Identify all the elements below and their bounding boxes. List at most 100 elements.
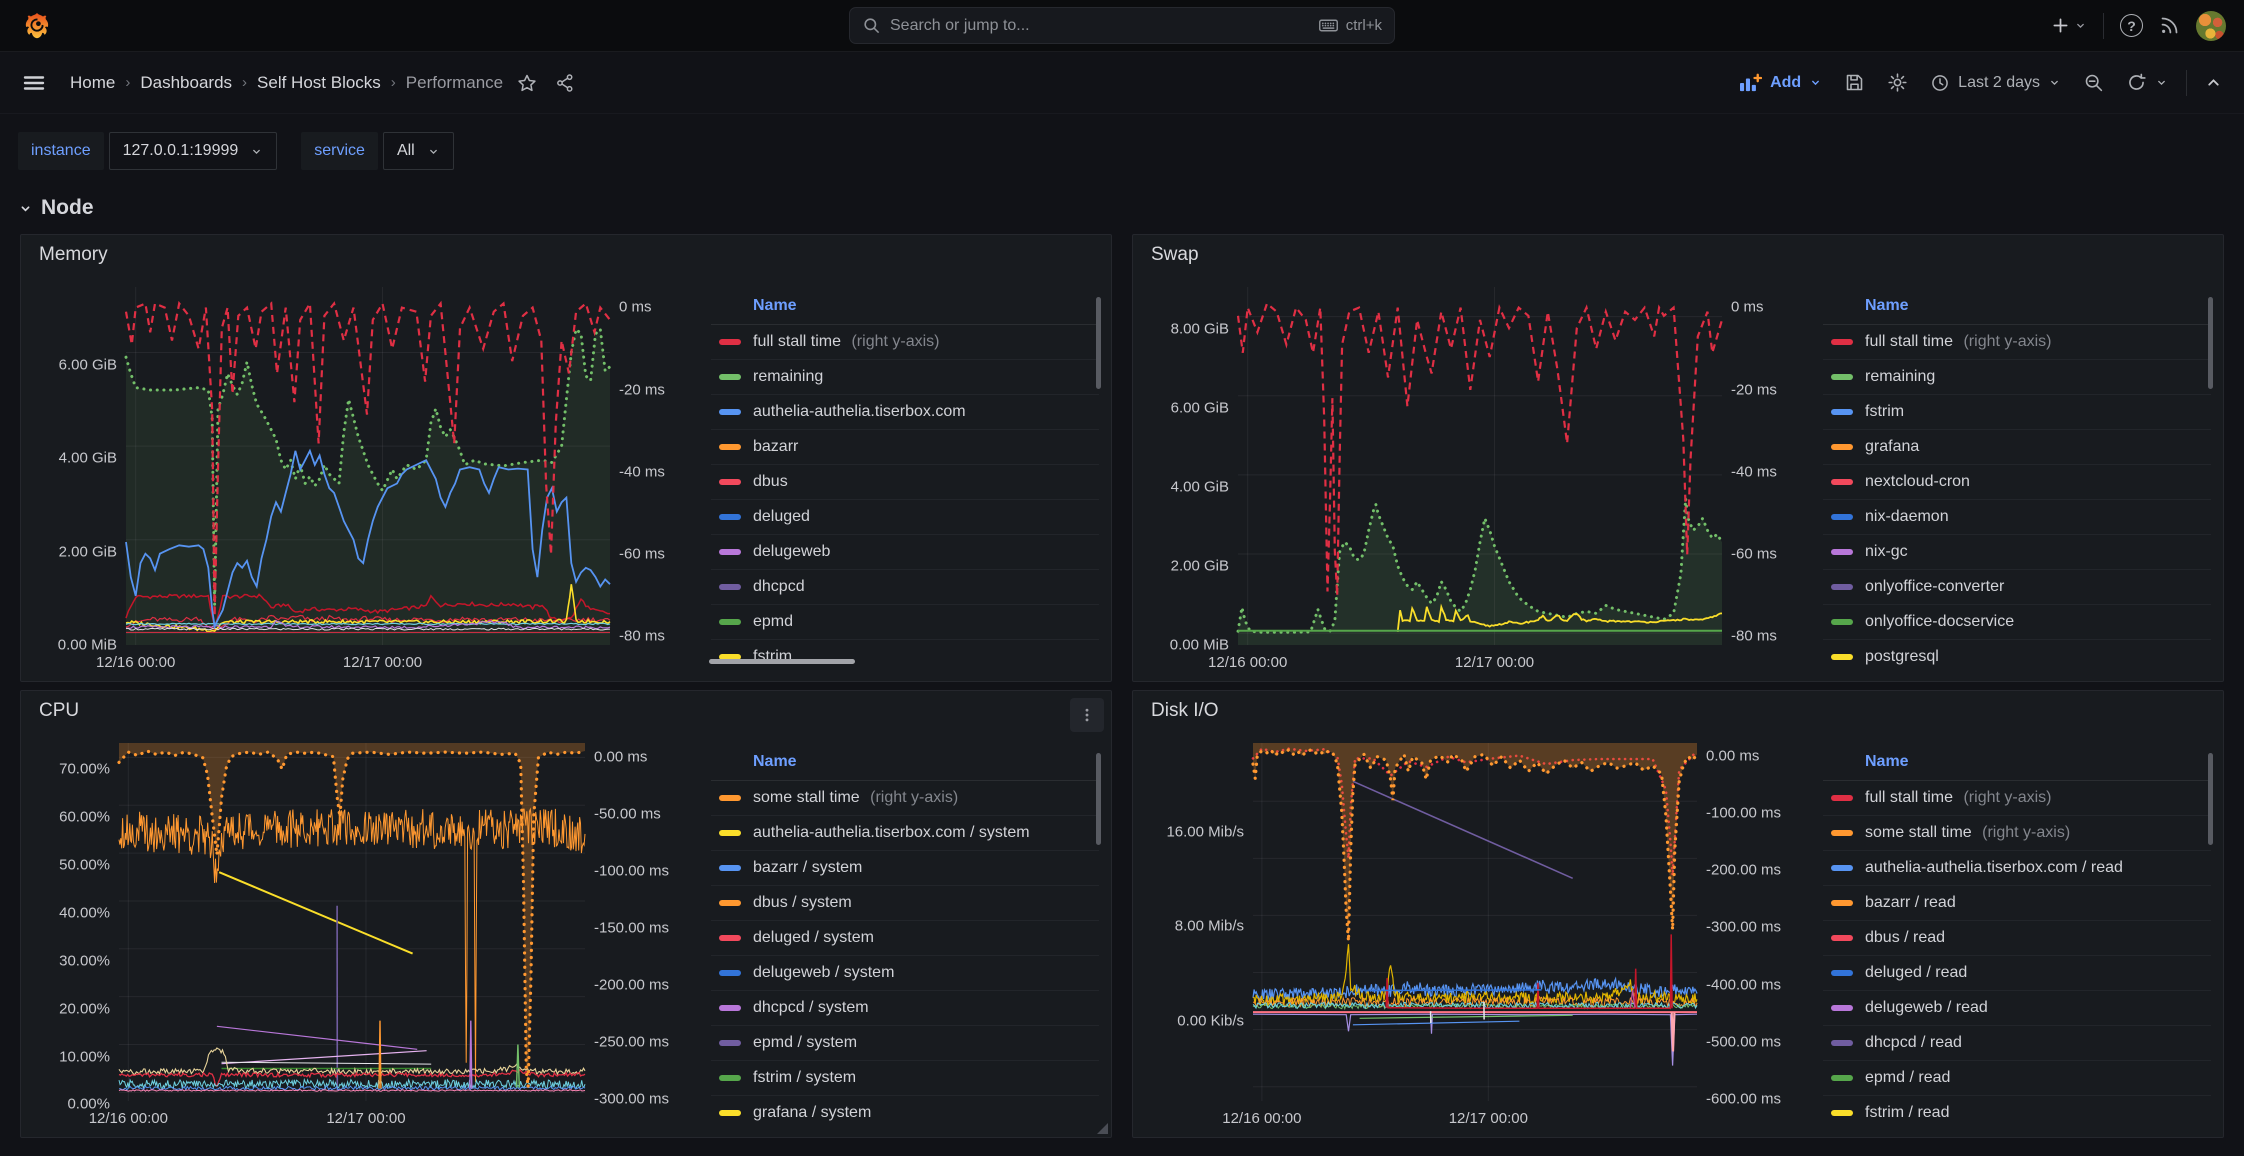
- legend-item[interactable]: fstrim: [1823, 395, 2211, 430]
- legend-item[interactable]: some stall time (right y-axis): [1823, 816, 2211, 851]
- breadcrumb-self-host-blocks[interactable]: Self Host Blocks: [257, 73, 381, 93]
- y-tick-label: 2.00 GiB: [59, 543, 117, 560]
- legend-item[interactable]: deluged / read: [1823, 956, 2211, 991]
- variable-service-label[interactable]: service: [301, 132, 378, 170]
- collapse-toolbar-button[interactable]: [2201, 69, 2226, 96]
- legend-swatch: [1831, 339, 1853, 345]
- menu-toggle-icon[interactable]: [18, 67, 50, 99]
- breadcrumb-dashboards[interactable]: Dashboards: [140, 73, 232, 93]
- plot-area[interactable]: [126, 287, 610, 645]
- legend-item[interactable]: dbus: [711, 465, 1099, 500]
- y-tick-label: 16.00 Mib/s: [1166, 823, 1244, 840]
- legend-item[interactable]: dhcpcd: [711, 570, 1099, 605]
- legend-item[interactable]: bazarr / read: [1823, 886, 2211, 921]
- legend-item[interactable]: epmd: [711, 605, 1099, 640]
- legend-item-name: authelia-authelia.tiserbox.com / system: [753, 824, 1030, 842]
- legend-item[interactable]: grafana / system: [711, 1096, 1099, 1123]
- panel-title-swap[interactable]: Swap: [1151, 244, 1199, 266]
- user-avatar[interactable]: [2196, 11, 2226, 41]
- new-button[interactable]: [2050, 15, 2087, 36]
- star-icon[interactable]: [513, 69, 541, 97]
- x-tick-label: 12/17 00:00: [326, 1110, 405, 1127]
- legend-item[interactable]: onlyoffice-docservice: [1823, 605, 2211, 640]
- breadcrumb-home[interactable]: Home: [70, 73, 115, 93]
- keyboard-icon: [1318, 15, 1339, 36]
- legend-item[interactable]: some stall time (right y-axis): [711, 781, 1099, 816]
- panel-menu-icon[interactable]: [1070, 698, 1104, 732]
- legend-item[interactable]: remaining: [1823, 360, 2211, 395]
- legend-scrollbar[interactable]: [2208, 297, 2213, 389]
- legend-item[interactable]: dhcpcd / system: [711, 991, 1099, 1026]
- legend-item[interactable]: nix-gc: [1823, 535, 2211, 570]
- legend-item-name: remaining: [1865, 368, 1935, 386]
- legend-item-name: full stall time (right y-axis): [1865, 789, 2051, 807]
- legend-item-name: nix-daemon: [1865, 508, 1949, 526]
- grafana-logo[interactable]: [22, 11, 52, 41]
- variable-service-value[interactable]: All: [383, 132, 454, 170]
- legend-swatch: [719, 444, 741, 450]
- variable-instance-value[interactable]: 127.0.0.1:19999: [109, 132, 278, 170]
- plot-area[interactable]: [119, 743, 585, 1101]
- legend-swatch: [719, 339, 741, 345]
- legend-item-name: full stall time (right y-axis): [753, 333, 939, 351]
- breadcrumb-separator: ›: [125, 74, 130, 91]
- legend-item-name: delugeweb / system: [753, 964, 894, 982]
- legend-h-scrollbar[interactable]: [709, 659, 855, 664]
- legend-item[interactable]: remaining: [711, 360, 1099, 395]
- legend-scrollbar[interactable]: [2208, 753, 2213, 845]
- y-tick-label: 20.00%: [59, 1000, 110, 1017]
- panel-title-cpu[interactable]: CPU: [39, 700, 79, 722]
- legend-item[interactable]: delugeweb: [711, 535, 1099, 570]
- plot-area[interactable]: [1253, 743, 1697, 1101]
- legend-swatch: [719, 479, 741, 485]
- legend-item[interactable]: onlyoffice-converter: [1823, 570, 2211, 605]
- add-button[interactable]: Add: [1734, 68, 1826, 98]
- search-input[interactable]: Search or jump to... ctrl+k: [849, 7, 1395, 44]
- row-node-toggle[interactable]: Node: [0, 170, 2244, 234]
- time-range-picker[interactable]: Last 2 days: [1926, 68, 2065, 98]
- help-icon[interactable]: ?: [2120, 14, 2143, 37]
- legend-item[interactable]: authelia-authelia.tiserbox.com / system: [711, 816, 1099, 851]
- variable-instance-label[interactable]: instance: [18, 132, 104, 170]
- legend-item[interactable]: epmd / system: [711, 1026, 1099, 1061]
- legend-item[interactable]: fstrim / system: [711, 1061, 1099, 1096]
- panel-title-disk[interactable]: Disk I/O: [1151, 700, 1219, 722]
- legend-item[interactable]: deluged / system: [711, 921, 1099, 956]
- legend-item[interactable]: deluged: [711, 500, 1099, 535]
- legend-item[interactable]: full stall time (right y-axis): [711, 325, 1099, 360]
- share-icon[interactable]: [551, 69, 579, 97]
- refresh-button[interactable]: [2122, 67, 2172, 98]
- legend-item[interactable]: bazarr / system: [711, 851, 1099, 886]
- legend-item[interactable]: dhcpcd / read: [1823, 1026, 2211, 1061]
- legend-item[interactable]: delugeweb / system: [711, 956, 1099, 991]
- y-axis-right: 0.00 ms-100.00 ms-200.00 ms-300.00 ms-40…: [1697, 743, 1817, 1131]
- news-rss-icon[interactable]: [2159, 15, 2180, 36]
- y-tick-label: 0 ms: [1731, 299, 1764, 316]
- legend-item[interactable]: full stall time (right y-axis): [1823, 325, 2211, 360]
- y-axis-left: 70.00%60.00%50.00%40.00%30.00%20.00%10.0…: [31, 743, 119, 1131]
- legend-item[interactable]: epmd / read: [1823, 1061, 2211, 1096]
- legend-scrollbar[interactable]: [1096, 753, 1101, 845]
- legend-item[interactable]: delugeweb / read: [1823, 991, 2211, 1026]
- dashboard-settings-button[interactable]: [1883, 67, 1912, 98]
- legend-item[interactable]: nix-daemon: [1823, 500, 2211, 535]
- legend-item[interactable]: authelia-authelia.tiserbox.com / read: [1823, 851, 2211, 886]
- legend-item[interactable]: fstrim / read: [1823, 1096, 2211, 1123]
- legend-item[interactable]: grafana: [1823, 430, 2211, 465]
- legend-scrollbar[interactable]: [1096, 297, 1101, 389]
- legend-item[interactable]: bazarr: [711, 430, 1099, 465]
- zoom-out-button[interactable]: [2079, 67, 2108, 98]
- save-dashboard-button[interactable]: [1840, 67, 1869, 98]
- y-tick-label: 8.00 Mib/s: [1175, 918, 1244, 935]
- legend-item[interactable]: full stall time (right y-axis): [1823, 781, 2211, 816]
- panel-title-memory[interactable]: Memory: [39, 244, 108, 266]
- legend-item[interactable]: authelia-authelia.tiserbox.com: [711, 395, 1099, 430]
- plot-area[interactable]: [1238, 287, 1722, 645]
- panels-grid: Memory6.00 GiB4.00 GiB2.00 GiB0.00 MiB12…: [0, 234, 2244, 1138]
- legend-item[interactable]: dbus / system: [711, 886, 1099, 921]
- legend-item-suffix: (right y-axis): [866, 789, 958, 806]
- legend-item[interactable]: nextcloud-cron: [1823, 465, 2211, 500]
- legend-item[interactable]: dbus / read: [1823, 921, 2211, 956]
- legend-item[interactable]: postgresql: [1823, 640, 2211, 667]
- panel-resize-handle[interactable]: [1097, 1123, 1108, 1134]
